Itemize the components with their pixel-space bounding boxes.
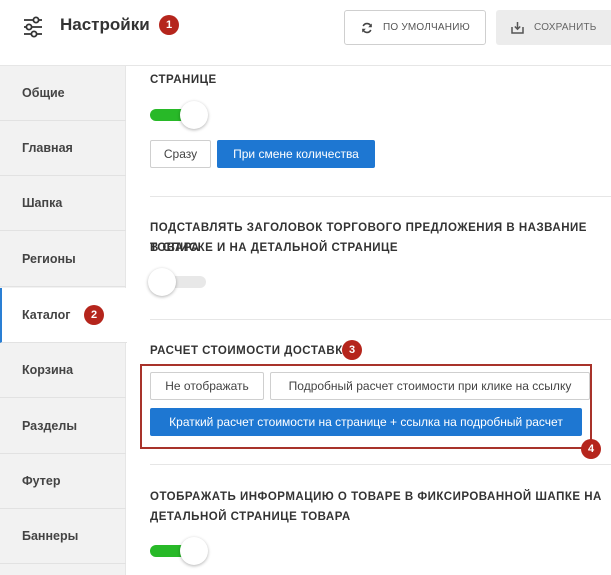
download-icon	[511, 22, 524, 34]
section3-title: РАСЧЕТ СТОИМОСТИ ДОСТАВКИ	[150, 345, 352, 357]
sidebar-item-sections[interactable]: Разделы	[0, 399, 126, 454]
option-immediately[interactable]: Сразу	[150, 140, 211, 168]
divider	[150, 196, 611, 197]
sidebar-item-header[interactable]: Шапка	[0, 176, 126, 231]
annotation-badge-2: 2	[84, 305, 104, 325]
sidebar-item-catalog[interactable]: Каталог	[0, 288, 127, 343]
divider	[150, 319, 611, 320]
toggle-knob	[148, 268, 176, 296]
sidebar: Общие Главная Шапка Регионы Каталог Корз…	[0, 66, 127, 575]
page-title: Настройки	[60, 15, 150, 34]
sidebar-item-banners[interactable]: Баннеры	[0, 509, 126, 564]
option-brief-with-link[interactable]: Краткий расчет стоимости на странице + с…	[150, 408, 582, 436]
toggle-knob	[180, 101, 208, 129]
sidebar-item-cart[interactable]: Корзина	[0, 343, 126, 398]
save-label: СОХРАНИТЬ	[534, 22, 597, 33]
section2-toggle[interactable]	[148, 267, 206, 297]
section1-title: СТРАНИЦЕ	[150, 74, 217, 86]
toggle-knob	[180, 537, 208, 565]
section4-toggle[interactable]	[150, 536, 208, 566]
sidebar-item-general[interactable]: Общие	[0, 66, 126, 121]
sidebar-item-regions[interactable]: Регионы	[0, 232, 126, 287]
annotation-badge-3: 3	[342, 340, 362, 360]
section2-title-line2: В СПИСКЕ И НА ДЕТАЛЬНОЙ СТРАНИЦЕ	[150, 242, 399, 254]
option-on-quantity-change[interactable]: При смене количества	[217, 140, 375, 168]
header: Настройки 1 ПО УМОЛЧАНИЮ СОХРАНИТЬ	[0, 0, 611, 66]
section4-title-line2: ДЕТАЛЬНОЙ СТРАНИЦЕ ТОВАРА	[150, 511, 351, 523]
divider	[150, 464, 611, 465]
refresh-icon	[362, 22, 372, 33]
option-detailed-on-click[interactable]: Подробный расчет стоимости при клике на …	[270, 372, 590, 400]
sidebar-item-footer[interactable]: Футер	[0, 454, 126, 509]
sliders-icon	[24, 16, 42, 38]
section4-title-line1: ОТОБРАЖАТЬ ИНФОРМАЦИЮ О ТОВАРЕ В ФИКСИРО…	[150, 491, 602, 503]
save-button[interactable]: СОХРАНИТЬ	[496, 10, 611, 45]
section1-toggle[interactable]	[150, 100, 208, 130]
restore-defaults-label: ПО УМОЛЧАНИЮ	[383, 22, 470, 33]
restore-defaults-button[interactable]: ПО УМОЛЧАНИЮ	[344, 10, 486, 45]
sidebar-item-main[interactable]: Главная	[0, 121, 126, 176]
option-do-not-display[interactable]: Не отображать	[150, 372, 264, 400]
annotation-badge-1: 1	[159, 15, 179, 35]
annotation-badge-4: 4	[581, 439, 601, 459]
